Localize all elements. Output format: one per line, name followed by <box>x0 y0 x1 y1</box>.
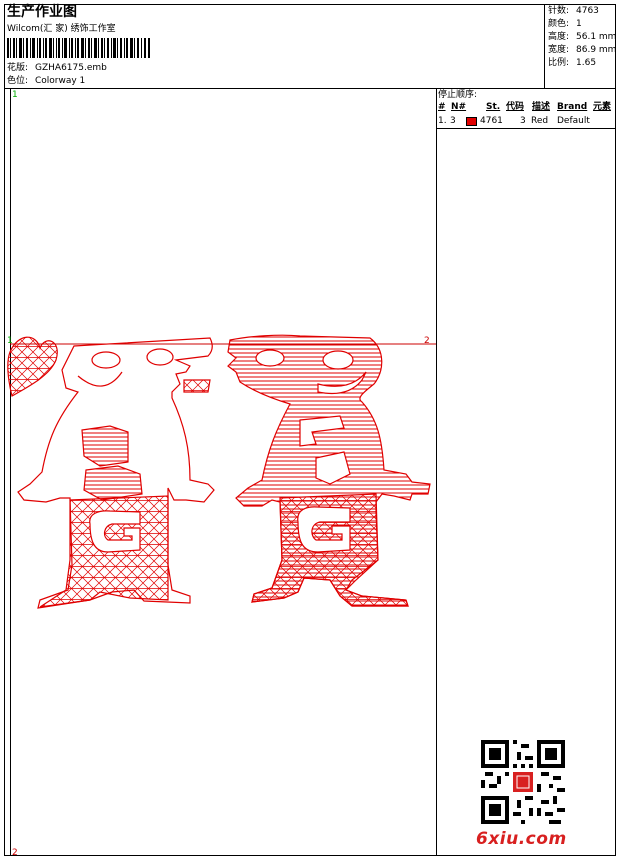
heart-shape <box>7 336 58 397</box>
seal-stamp <box>513 772 533 792</box>
watermark-logo: 6xiu.com <box>476 829 567 849</box>
embroidery-design <box>7 334 436 609</box>
right-figure <box>227 334 431 607</box>
left-figure <box>17 337 215 609</box>
qr-code <box>481 740 565 824</box>
